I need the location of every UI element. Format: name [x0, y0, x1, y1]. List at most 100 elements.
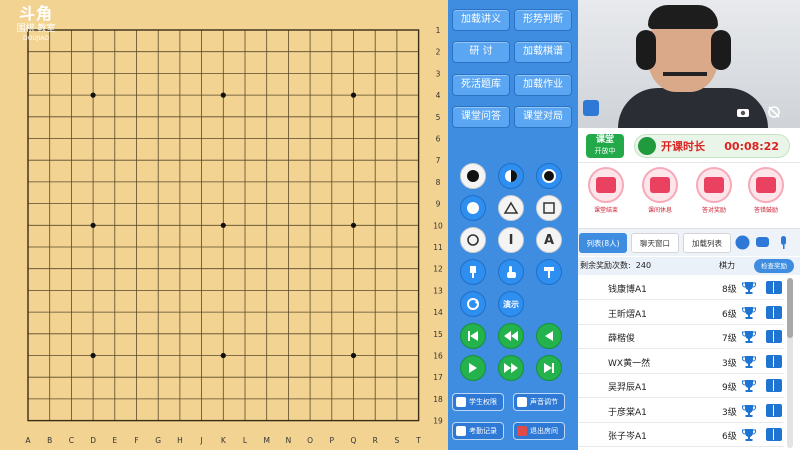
student-list-scroll-thumb[interactable] — [787, 278, 793, 338]
tab-chat[interactable]: 聊天窗口 — [631, 233, 679, 253]
triangle-mark-tool[interactable] — [498, 195, 524, 221]
student-name: 钱康博A1 — [608, 285, 647, 295]
board-col-label: J — [199, 436, 202, 445]
book-icon[interactable] — [766, 403, 782, 417]
microphone-icon[interactable] — [776, 235, 791, 250]
ring-mark-tool[interactable] — [460, 227, 486, 253]
star-point — [220, 222, 226, 228]
book-icon[interactable] — [766, 379, 782, 392]
board-col-label: M — [263, 436, 269, 445]
right-panel: 课堂 开放中 开课时长 00:08:22 课堂结束 课间休息 答对奖励 答错鼓励… — [578, 0, 800, 450]
text-tool[interactable]: I — [498, 227, 524, 253]
life-death-button[interactable]: 死活题库 — [452, 74, 510, 96]
trophy-icon[interactable] — [741, 354, 757, 370]
video-switch-icon[interactable] — [583, 100, 599, 116]
text-cursor-icon: I — [508, 232, 514, 248]
attendance-record-button[interactable]: 考勤记录 — [452, 422, 504, 440]
leave-room-button[interactable]: 退出房间 — [513, 422, 565, 440]
student-row[interactable]: WX黄一然 3级 — [578, 349, 784, 374]
next-move-button[interactable] — [460, 355, 486, 381]
go-board-area[interactable]: A B C D E F G H J K L M N O P Q R S T 1 2 3 4 5 6 7 8 9 10 11 12 13 14 15… — [0, 0, 448, 450]
trophy-icon[interactable] — [741, 329, 757, 345]
board-col-label: H — [177, 436, 183, 445]
board-row-label: 12 — [433, 265, 443, 274]
student-rank: 6级 — [722, 309, 737, 320]
book-icon[interactable] — [766, 281, 782, 294]
research-button[interactable]: 研 讨 — [452, 41, 510, 63]
pause-icon — [650, 177, 670, 193]
student-row[interactable]: 于彦棠A1 3级 — [578, 398, 784, 423]
tab-list[interactable]: 列表(8人) — [579, 233, 627, 253]
class-qa-button[interactable]: 课堂问答 — [452, 106, 510, 128]
student-row[interactable]: 吴羿辰A1 9级 — [578, 373, 784, 398]
skip-back-icon — [468, 331, 478, 341]
book-icon[interactable] — [766, 428, 782, 441]
trophy-icon[interactable] — [741, 403, 757, 419]
tab-load-list[interactable]: 加载列表 — [683, 233, 731, 253]
rewind-button[interactable] — [498, 323, 524, 349]
leave-room-label: 退出房间 — [530, 427, 558, 435]
trophy-icon[interactable] — [741, 280, 757, 296]
trophy-icon[interactable] — [741, 305, 757, 321]
trophy-icon[interactable] — [741, 427, 757, 443]
trophy-icon[interactable] — [741, 378, 757, 394]
load-record-button[interactable]: 加载棋谱 — [514, 41, 572, 63]
end-class-action[interactable]: 课堂结束 — [584, 167, 628, 214]
mute-icon[interactable] — [766, 104, 782, 120]
student-row[interactable]: 王昕熠A1 6级 — [578, 300, 784, 325]
letter-mark-tool[interactable]: A — [536, 227, 562, 253]
board-col-label: L — [243, 436, 248, 445]
student-permission-button[interactable]: 学生权限 — [452, 393, 504, 411]
headphone-right — [711, 30, 731, 70]
app-logo: 斗角 围棋·教室 DOUJIAO — [14, 6, 58, 48]
wrong-encourage-action[interactable]: 答错鼓励 — [744, 167, 788, 214]
student-name: 吴羿辰A1 — [608, 383, 647, 393]
board-row-label: 6 — [436, 135, 441, 144]
load-lecture-button[interactable]: 加载讲义 — [452, 9, 510, 31]
student-row[interactable]: 张子岑A1 6级 — [578, 422, 784, 447]
student-name: 于彦棠A1 — [608, 407, 647, 418]
check-reward-button[interactable]: 检查奖励 — [754, 259, 794, 273]
first-move-button[interactable] — [460, 323, 486, 349]
class-match-button[interactable]: 课堂对局 — [514, 106, 572, 128]
sound-adjust-button[interactable]: 声音调节 — [513, 393, 565, 411]
star-point — [220, 92, 226, 98]
book-icon[interactable] — [766, 305, 782, 319]
board-col-label: P — [330, 436, 335, 445]
board-col-label: A — [25, 436, 31, 445]
white-stone-tool[interactable] — [536, 163, 562, 189]
video-call-icon[interactable] — [735, 235, 750, 250]
chat-bubble-icon[interactable] — [755, 235, 770, 250]
situation-judge-button[interactable]: 形势判断 — [514, 9, 572, 31]
brush-tool[interactable] — [460, 259, 486, 285]
headphone-mic — [663, 72, 707, 76]
go-board[interactable]: A B C D E F G H J K L M N O P Q R S T123456789101112131415… — [0, 0, 448, 450]
class-break-action[interactable]: 课间休息 — [638, 167, 682, 214]
load-homework-button[interactable]: 加载作业 — [514, 74, 572, 96]
last-move-button[interactable] — [536, 355, 562, 381]
book-icon[interactable] — [766, 330, 782, 343]
gift-icon — [704, 177, 724, 193]
wrong-encourage-label: 答错鼓励 — [753, 207, 778, 214]
board-col-label: K — [221, 436, 227, 445]
black-stone-tool[interactable] — [460, 163, 486, 189]
correct-reward-action[interactable]: 答对奖励 — [692, 167, 736, 214]
fast-forward-button[interactable] — [498, 355, 524, 381]
star-point — [220, 352, 226, 359]
end-class-icon — [596, 177, 616, 193]
camera-icon[interactable] — [735, 104, 751, 120]
book-icon[interactable] — [766, 354, 782, 368]
alternate-stone-tool[interactable] — [498, 163, 524, 189]
hand-tool[interactable] — [498, 259, 524, 285]
previous-move-button[interactable] — [536, 323, 562, 349]
refresh-icon — [467, 298, 479, 310]
refresh-tool[interactable] — [460, 291, 486, 317]
paint-roller-tool[interactable] — [536, 259, 562, 285]
board-row-label: 13 — [433, 286, 443, 295]
encourage-icon — [756, 177, 776, 193]
student-row[interactable]: 薛楷俊 7级 — [578, 324, 784, 349]
square-mark-tool[interactable] — [536, 195, 562, 221]
demo-button[interactable]: 演示 — [498, 291, 524, 317]
circle-mark-tool[interactable] — [460, 195, 486, 221]
student-row[interactable]: 钱康博A1 8级 — [578, 275, 784, 300]
